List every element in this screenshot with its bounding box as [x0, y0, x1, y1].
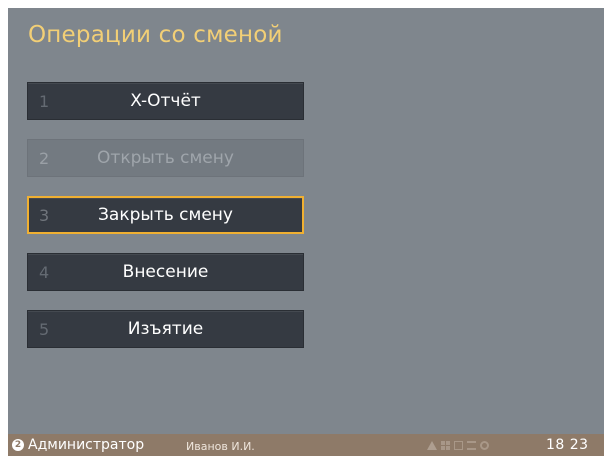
- pos-screen: Операции со сменой 1 X-Отчёт 2 Открыть с…: [8, 8, 604, 456]
- document-icon: [454, 441, 463, 450]
- page-title: Операции со сменой: [28, 22, 283, 48]
- menu-item-cash-out[interactable]: 5 Изъятие: [27, 310, 304, 348]
- user-name: Иванов И.И.: [186, 440, 255, 453]
- menu-item-label: Закрыть смену: [98, 205, 233, 225]
- status-icons: [427, 440, 489, 451]
- user-level-icon: 2: [12, 439, 24, 451]
- menu-item-label: Открыть смену: [97, 148, 234, 168]
- menu-item-label: X-Отчёт: [130, 91, 201, 111]
- status-bar: 2 Администратор Иванов И.И. 18 23: [8, 434, 604, 456]
- menu-item-cash-in[interactable]: 4 Внесение: [27, 253, 304, 291]
- menu-item-open-shift: 2 Открыть смену: [27, 139, 304, 177]
- menu-item-label: Изъятие: [127, 319, 204, 339]
- menu-item-label: Внесение: [122, 262, 209, 282]
- menu-item-x-report[interactable]: 1 X-Отчёт: [27, 82, 304, 120]
- shift-operations-menu: 1 X-Отчёт 2 Открыть смену 3 Закрыть смен…: [27, 82, 304, 367]
- grid-icon: [441, 441, 450, 450]
- warning-icon: [427, 441, 437, 450]
- network-icon: [467, 441, 476, 450]
- clock: 18 23: [546, 437, 589, 453]
- sync-icon: [480, 441, 489, 450]
- menu-item-close-shift[interactable]: 3 Закрыть смену: [27, 196, 304, 234]
- user-role: Администратор: [28, 437, 145, 453]
